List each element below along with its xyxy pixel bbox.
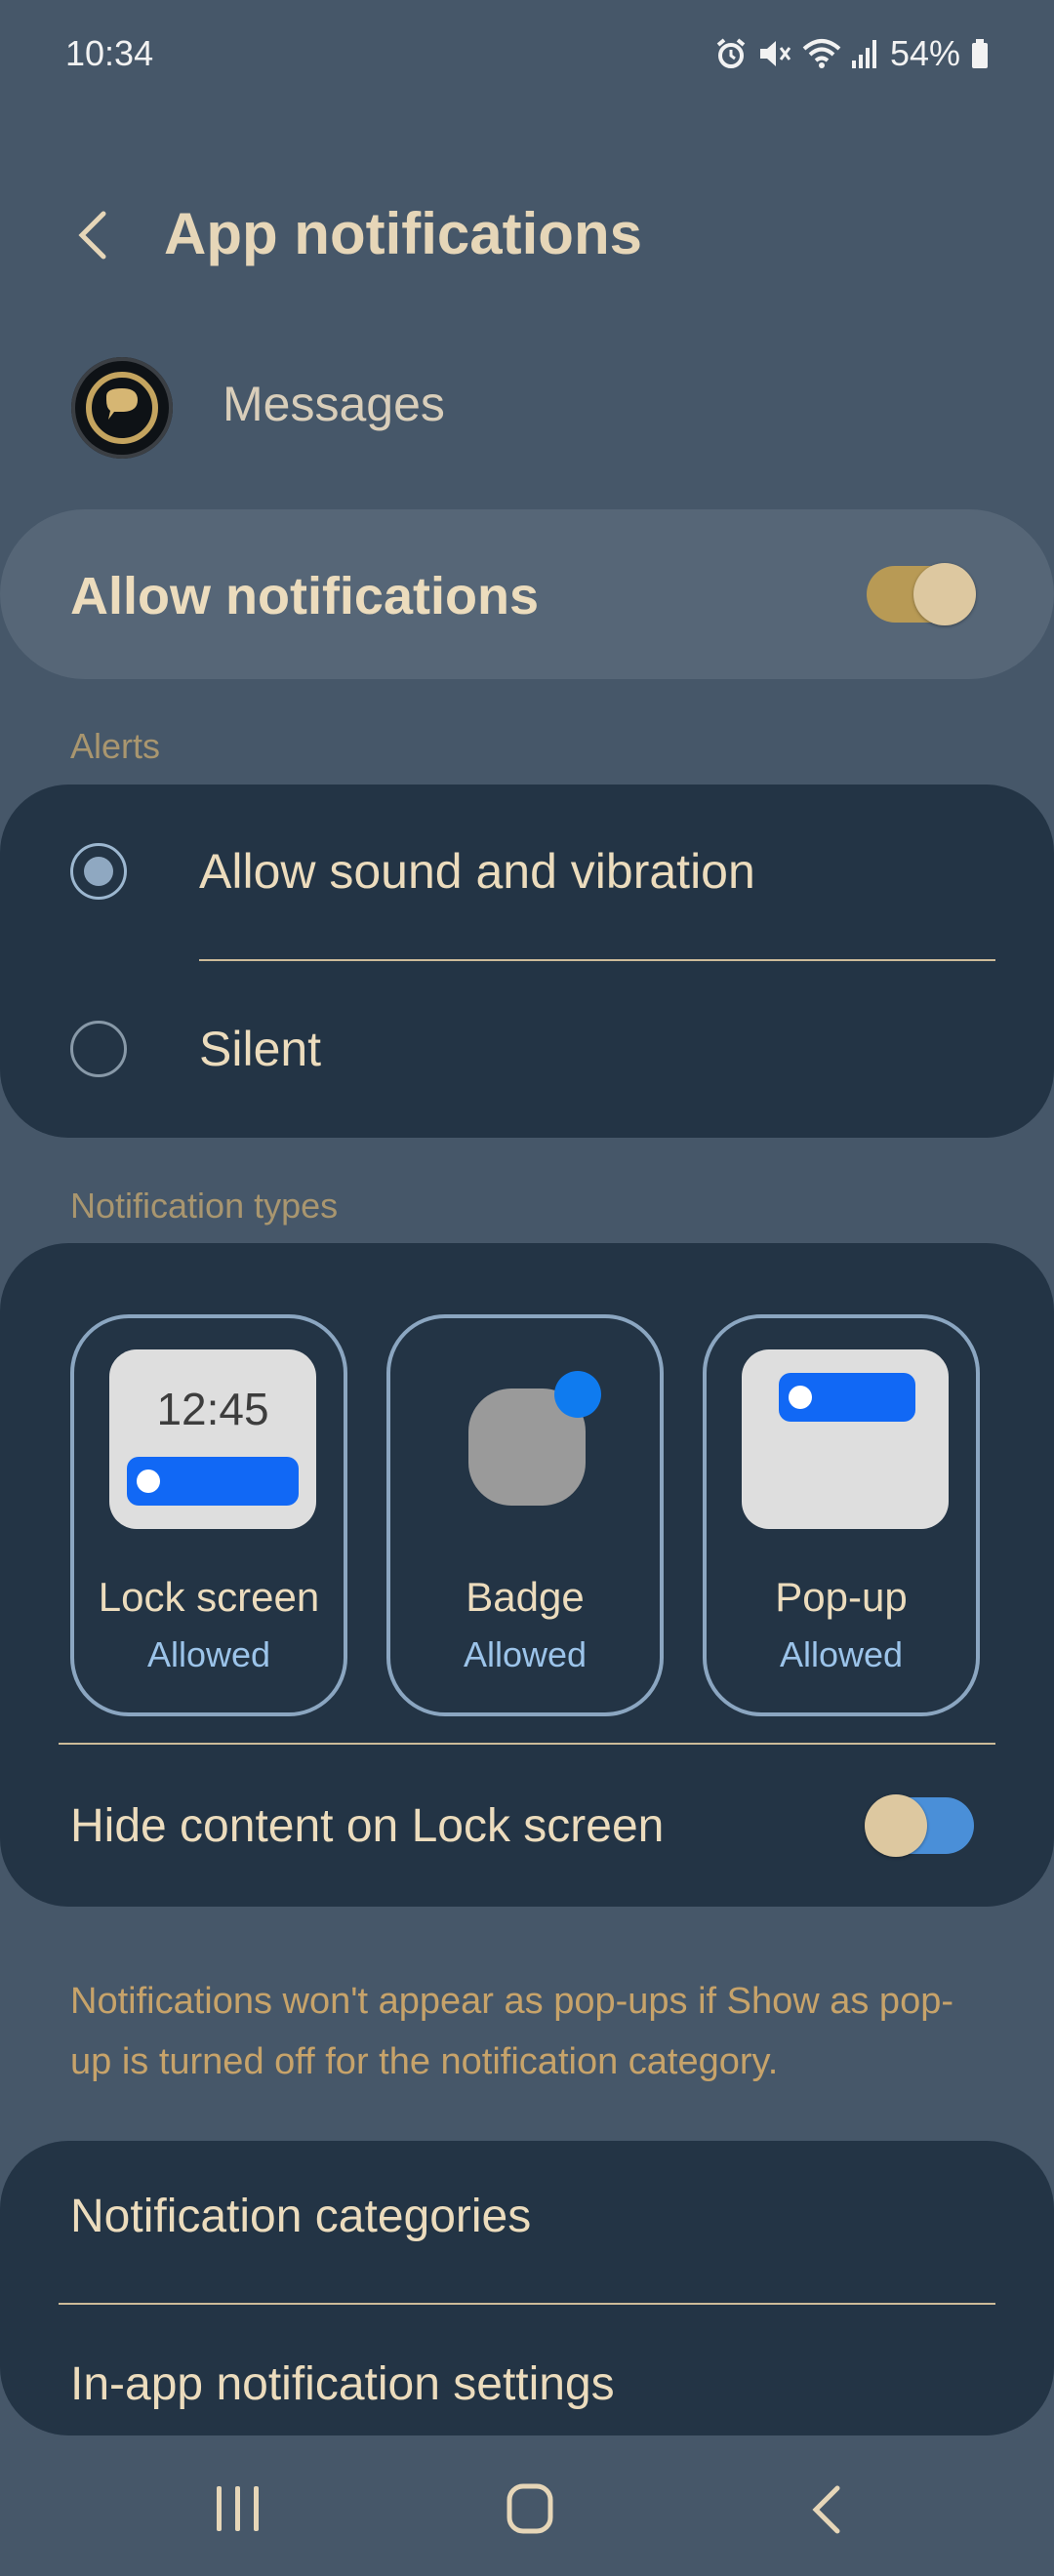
preview-popup-bar <box>779 1373 915 1422</box>
type-badge[interactable]: Badge Allowed <box>386 1314 664 1716</box>
type-lock-screen[interactable]: 12:45 Lock screen Allowed <box>70 1314 347 1716</box>
mute-icon <box>759 41 791 66</box>
alert-option-sound[interactable]: Allow sound and vibration <box>0 785 1054 960</box>
battery-icon <box>972 39 988 68</box>
notification-types-section-label: Notification types <box>70 1186 339 1226</box>
battery-percent: 54% <box>889 33 960 73</box>
page-title: App notifications <box>164 201 642 266</box>
back-button[interactable] <box>68 200 117 268</box>
signal-icon <box>851 40 876 68</box>
type-popup[interactable]: Pop-up Allowed <box>703 1314 980 1716</box>
alert-option-label: Silent <box>199 1022 322 1076</box>
back-arrow-icon <box>78 211 106 260</box>
notification-categories-row[interactable]: Notification categories <box>0 2141 1054 2303</box>
types-divider <box>59 1743 995 1745</box>
preview-notification-bar <box>127 1457 299 1506</box>
hide-content-label: Hide content on Lock screen <box>70 1800 665 1852</box>
hide-content-row[interactable]: Hide content on Lock screen <box>0 1756 1054 1893</box>
hide-content-toggle[interactable] <box>865 1794 974 1857</box>
type-status: Allowed <box>146 1634 271 1674</box>
type-status: Allowed <box>779 1634 904 1674</box>
alerts-divider <box>199 959 995 961</box>
type-title: Pop-up <box>775 1574 908 1620</box>
popup-preview <box>742 1349 949 1529</box>
radio-silent[interactable] <box>70 1021 127 1077</box>
allow-notifications-toggle[interactable] <box>867 563 976 625</box>
status-time: 10:34 <box>65 33 154 73</box>
popup-hint-text: Notifications won't appear as pop-ups if… <box>70 1981 953 2082</box>
alert-option-silent[interactable]: Silent <box>0 962 1054 1138</box>
type-title: Badge <box>466 1574 585 1620</box>
status-icons: 54% <box>714 33 990 74</box>
allow-notifications-label: Allow notifications <box>70 567 539 625</box>
in-app-notification-settings-label: In-app notification settings <box>70 2358 615 2410</box>
in-app-notification-settings-row[interactable]: In-app notification settings <box>0 2305 1054 2435</box>
radio-sound[interactable] <box>70 843 127 900</box>
type-title: Lock screen <box>98 1574 320 1620</box>
preview-time: 12:45 <box>156 1384 269 1434</box>
navigation-bar <box>0 2439 1054 2576</box>
back-icon[interactable] <box>808 2482 847 2537</box>
alarm-icon <box>716 38 746 68</box>
lock-screen-preview: 12:45 <box>109 1349 316 1529</box>
alerts-section-label: Alerts <box>70 726 161 766</box>
notification-categories-label: Notification categories <box>70 2191 532 2242</box>
home-icon[interactable] <box>506 2482 554 2535</box>
badge-dot <box>554 1371 601 1418</box>
wifi-icon <box>802 39 841 68</box>
app-name: Messages <box>223 377 445 431</box>
type-status: Allowed <box>463 1634 588 1674</box>
recent-apps-icon[interactable] <box>211 2484 265 2533</box>
messages-app-icon <box>71 357 173 459</box>
alert-option-label: Allow sound and vibration <box>199 844 755 899</box>
